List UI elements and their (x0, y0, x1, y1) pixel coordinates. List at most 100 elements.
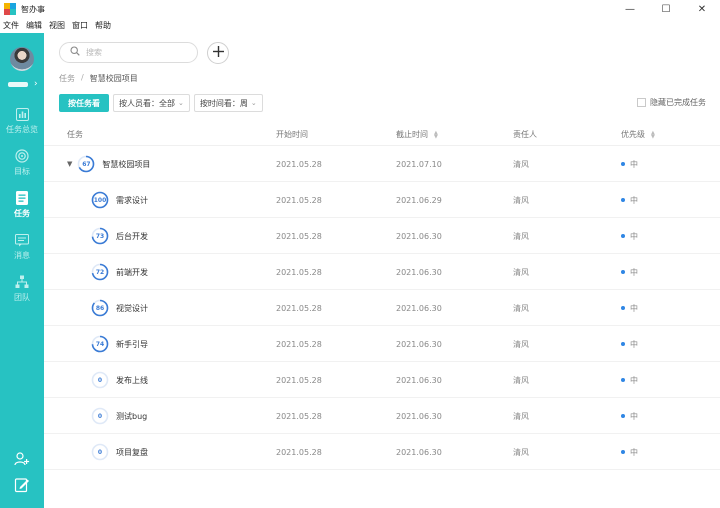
progress-ring: 0 (91, 407, 109, 425)
start-date: 2021.05.28 (276, 303, 322, 313)
task-name[interactable]: 智慧校园项目 (102, 159, 150, 170)
menu-view[interactable]: 视图 (49, 20, 65, 31)
priority-dot-icon (621, 306, 625, 310)
user-name-redacted (8, 81, 28, 87)
hide-completed-toggle[interactable]: 隐藏已完成任务 (637, 97, 706, 108)
view-by-member-dropdown[interactable]: 按人员看：全部 ⌄ (113, 94, 190, 112)
priority-cell: 中 (621, 218, 638, 254)
hide-completed-checkbox[interactable] (637, 98, 646, 107)
view-by-time-dropdown[interactable]: 按时间看：周 ⌄ (193, 94, 263, 112)
end-date: 2021.06.30 (396, 231, 442, 241)
window-controls: — ☐ ✕ (612, 0, 720, 18)
start-date: 2021.05.28 (276, 159, 322, 169)
avatar[interactable] (10, 47, 34, 71)
progress-value: 86 (95, 304, 105, 312)
progress-value: 67 (82, 160, 91, 168)
sidebar-item-overview[interactable]: 任务总览 (0, 107, 44, 135)
priority-dot-icon (621, 450, 625, 454)
priority-cell: 中 (621, 254, 638, 290)
add-button[interactable] (207, 42, 229, 64)
priority-dot-icon (621, 162, 625, 166)
sidebar-item-label: 团队 (14, 293, 30, 302)
search-box[interactable] (59, 42, 198, 63)
task-table: 任务 开始时间 截止时间 ▲ ▼ 责任人 优先级 ▲ ▼ ▼ 67 智慧校园项目… (44, 121, 720, 470)
task-cell: 73 后台开发 (91, 218, 148, 254)
header-priority[interactable]: 优先级 ▲ ▼ (621, 129, 655, 140)
sidebar-item-goal[interactable]: 目标 (0, 149, 44, 177)
table-row[interactable]: ▼ 67 智慧校园项目 2021.05.28 2021.07.10 清风 中 (44, 146, 720, 182)
start-date: 2021.05.28 (276, 447, 322, 457)
priority-dot-icon (621, 378, 625, 382)
minimize-button[interactable]: — (612, 0, 648, 18)
header-end[interactable]: 截止时间 ▲ ▼ (396, 129, 438, 140)
menu-edit[interactable]: 编辑 (26, 20, 42, 31)
end-date: 2021.07.10 (396, 159, 442, 169)
sidebar-item-label: 消息 (14, 251, 30, 260)
start-date: 2021.05.28 (276, 267, 322, 277)
table-row[interactable]: 0 项目复盘 2021.05.28 2021.06.30 清风 中 (44, 434, 720, 470)
sort-icon[interactable]: ▲ ▼ (434, 130, 438, 139)
menu-window[interactable]: 窗口 (72, 20, 88, 31)
priority-cell: 中 (621, 398, 638, 434)
start-date: 2021.05.28 (276, 195, 322, 205)
end-date: 2021.06.30 (396, 375, 442, 385)
priority-value: 中 (630, 195, 638, 205)
title-bar: 智办事 — ☐ ✕ (0, 0, 720, 18)
table-row[interactable]: 100 需求设计 2021.05.28 2021.06.29 清风 中 (44, 182, 720, 218)
task-name[interactable]: 需求设计 (116, 195, 148, 206)
start-date: 2021.05.28 (276, 375, 322, 385)
progress-ring: 100 (91, 191, 109, 209)
table-row[interactable]: 0 测试bug 2021.05.28 2021.06.30 清风 中 (44, 398, 720, 434)
progress-value: 0 (97, 376, 103, 384)
table-row[interactable]: 0 发布上线 2021.05.28 2021.06.30 清风 中 (44, 362, 720, 398)
task-name[interactable]: 后台开发 (116, 231, 148, 242)
task-name[interactable]: 前端开发 (116, 267, 148, 278)
task-cell: 74 新手引导 (91, 326, 148, 362)
table-row[interactable]: 86 视觉设计 2021.05.28 2021.06.30 清风 中 (44, 290, 720, 326)
start-date: 2021.05.28 (276, 339, 322, 349)
expand-caret-icon[interactable]: ▼ (67, 160, 72, 168)
progress-ring: 67 (77, 155, 95, 173)
progress-ring: 72 (91, 263, 109, 281)
task-name[interactable]: 发布上线 (116, 375, 148, 386)
maximize-button[interactable]: ☐ (648, 0, 684, 18)
hide-completed-label: 隐藏已完成任务 (650, 98, 706, 107)
breadcrumb-root[interactable]: 任务 (59, 73, 75, 84)
end-date: 2021.06.30 (396, 339, 442, 349)
message-icon (15, 233, 29, 247)
task-name[interactable]: 测试bug (116, 411, 147, 422)
priority-dot-icon (621, 342, 625, 346)
sidebar-item-task[interactable]: 任务 (0, 191, 44, 219)
task-name[interactable]: 视觉设计 (116, 303, 148, 314)
priority-cell: 中 (621, 434, 638, 470)
user-switcher[interactable]: › (8, 79, 42, 89)
end-date: 2021.06.30 (396, 303, 442, 313)
table-row[interactable]: 72 前端开发 2021.05.28 2021.06.30 清风 中 (44, 254, 720, 290)
close-button[interactable]: ✕ (684, 0, 720, 18)
view-by-task-button[interactable]: 按任务看 (59, 94, 109, 112)
sidebar-item-team[interactable]: 团队 (0, 275, 44, 303)
sidebar-item-message[interactable]: 消息 (0, 233, 44, 261)
owner: 清风 (513, 195, 529, 205)
add-member-icon[interactable] (14, 451, 30, 467)
search-input[interactable] (86, 48, 186, 57)
edit-note-icon[interactable] (14, 477, 30, 493)
progress-ring: 74 (91, 335, 109, 353)
priority-value: 中 (630, 339, 638, 349)
priority-dot-icon (621, 270, 625, 274)
table-row[interactable]: 74 新手引导 2021.05.28 2021.06.30 清风 中 (44, 326, 720, 362)
menu-help[interactable]: 帮助 (95, 20, 111, 31)
team-icon (15, 275, 29, 289)
menu-file[interactable]: 文件 (3, 20, 19, 31)
progress-value: 0 (97, 412, 103, 420)
sort-icon[interactable]: ▲ ▼ (651, 130, 655, 139)
task-name[interactable]: 项目复盘 (116, 447, 148, 458)
task-name[interactable]: 新手引导 (116, 339, 148, 350)
priority-cell: 中 (621, 182, 638, 218)
end-date: 2021.06.30 (396, 447, 442, 457)
priority-dot-icon (621, 198, 625, 202)
owner: 清风 (513, 375, 529, 385)
table-row[interactable]: 73 后台开发 2021.05.28 2021.06.30 清风 中 (44, 218, 720, 254)
priority-cell: 中 (621, 362, 638, 398)
breadcrumb-current: 智慧校园项目 (89, 74, 138, 83)
